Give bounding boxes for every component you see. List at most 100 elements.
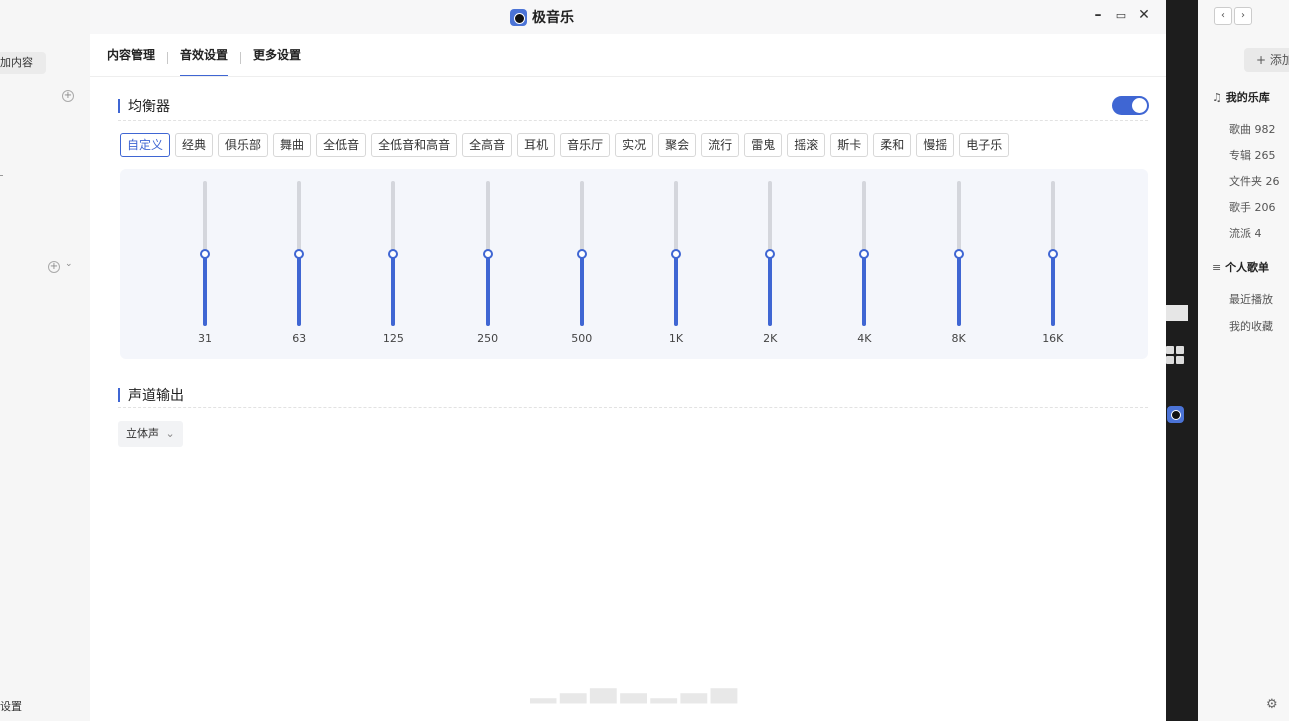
eq-slider-fill: [485, 253, 490, 326]
eq-slider-handle[interactable]: [859, 248, 870, 259]
preset-button[interactable]: 电子乐: [959, 133, 1010, 157]
preset-button[interactable]: 实况: [615, 133, 654, 157]
equalizer-panel: 31 63 125 250 500 1K 2K 4K 8K 16K: [120, 169, 1148, 359]
nav-buttons: ‹ ›: [1214, 7, 1252, 25]
eq-slider-fill: [297, 253, 302, 326]
settings-window: 极音乐 – ▭ ✕ 内容管理 音效设置 更多设置 均衡器 自定义 经典 俱乐部 舞曲全…: [90, 0, 1166, 721]
eq-slider-fill: [391, 253, 396, 326]
eq-slider-handle[interactable]: [765, 248, 776, 259]
eq-slider-handle[interactable]: [953, 248, 964, 259]
equalizer-presets: 自定义 经典 俱乐部 舞曲 全低音 全低音和高音 全高音 耳机 音乐厅 实况 聚会 流行 雷鬼 摇滚 斯卡柔…: [120, 133, 1010, 157]
preset-button[interactable]: 摇滚: [787, 133, 826, 157]
tab-sound-settings[interactable]: 音效设置: [180, 40, 229, 77]
library-item-artists[interactable]: 歌手 206: [1229, 199, 1276, 215]
chevron-down-icon[interactable]: ⌄: [65, 259, 73, 269]
eq-band: 63: [279, 181, 319, 351]
add-circle-icon[interactable]: +: [48, 261, 60, 273]
preset-button[interactable]: 雷鬼: [744, 133, 783, 157]
eq-slider-handle[interactable]: [671, 248, 681, 259]
add-content-button[interactable]: 加内容: [0, 52, 46, 74]
preset-button[interactable]: 全高音: [462, 133, 513, 157]
preset-button[interactable]: 柔和: [873, 133, 912, 157]
eq-band: 1K: [656, 181, 696, 351]
eq-band-frequency: 8K: [951, 332, 966, 345]
eq-band-frequency: 31: [198, 332, 212, 345]
add-circle-icon[interactable]: +: [62, 90, 74, 102]
preset-button[interactable]: 斯卡: [830, 133, 869, 157]
library-item-count: 4: [1254, 227, 1262, 240]
eq-slider-handle[interactable]: [294, 248, 305, 259]
library-item-label: 文件夹: [1229, 175, 1262, 188]
preset-button[interactable]: 全低音: [316, 133, 367, 157]
grid-icon: [1166, 346, 1188, 366]
eq-slider-fill: [956, 253, 961, 326]
library-item-count: 206: [1254, 201, 1276, 214]
eq-band-frequency: 4K: [857, 332, 872, 345]
channel-section-title: 声道输出: [118, 385, 184, 405]
eq-slider-fill: [862, 253, 867, 326]
background-desktop-strip: [1166, 0, 1198, 721]
eq-slider-fill: [1050, 253, 1055, 326]
eq-slider-fill: [674, 253, 678, 326]
preset-button[interactable]: 音乐厅: [560, 133, 611, 157]
playlist-item-favorites[interactable]: 我的收藏: [1229, 318, 1273, 334]
add-button[interactable]: + 添加: [1244, 48, 1289, 72]
preset-button[interactable]: 经典: [175, 133, 214, 157]
library-item-songs[interactable]: 歌曲 982: [1229, 121, 1276, 137]
app-title: 极音乐: [532, 10, 574, 26]
preset-button[interactable]: 聚会: [658, 133, 697, 157]
equalizer-toggle[interactable]: [1112, 96, 1149, 115]
preset-button[interactable]: 舞曲: [273, 133, 312, 157]
eq-band: 500: [562, 181, 602, 351]
library-item-count: 265: [1254, 149, 1276, 162]
tab-content-management[interactable]: 内容管理: [107, 40, 155, 76]
library-item-albums[interactable]: 专辑 265: [1229, 147, 1276, 163]
tab-divider: [167, 52, 169, 64]
library-item-genres[interactable]: 流派 4: [1229, 225, 1262, 241]
playlist-item-recent[interactable]: 最近播放: [1229, 291, 1273, 307]
section-marker: [118, 388, 120, 402]
left-background-window: 加内容 + + ⌄ 设置: [0, 0, 96, 721]
window-title: 极音乐: [510, 7, 574, 27]
eq-band-frequency: 2K: [763, 332, 778, 345]
eq-slider-handle[interactable]: [200, 248, 210, 259]
preset-button[interactable]: 俱乐部: [218, 133, 269, 157]
eq-band: 16K: [1033, 181, 1073, 351]
title-bar: 极音乐 – ▭ ✕: [90, 0, 1166, 34]
eq-slider-handle[interactable]: [1047, 248, 1058, 259]
gear-icon[interactable]: ⚙: [1266, 697, 1278, 712]
library-icon: ♫: [1212, 91, 1222, 104]
library-heading: ♫ 我的乐库: [1212, 89, 1270, 105]
forward-icon[interactable]: ›: [1234, 7, 1252, 25]
library-item-folders[interactable]: 文件夹 26: [1229, 173, 1280, 189]
preset-button[interactable]: 自定义: [120, 133, 171, 157]
settings-link[interactable]: 设置: [0, 698, 22, 714]
eq-slider-handle[interactable]: [576, 248, 587, 259]
eq-band-frequency: 16K: [1042, 332, 1064, 345]
eq-slider-fill: [579, 253, 584, 326]
preset-button[interactable]: 流行: [701, 133, 740, 157]
eq-slider-handle[interactable]: [388, 248, 399, 259]
minimize-icon[interactable]: –: [1090, 7, 1106, 23]
chevron-down-icon: ⌄: [165, 427, 175, 440]
laptop-icon: [1166, 305, 1188, 321]
desktop: 加内容 + + ⌄ 设置 极音乐 – ▭ ✕ 内容管理 音效设置 更多设置 均衡…: [0, 0, 1289, 721]
channel-selected-value: 立体声: [126, 427, 159, 440]
library-item-count: 26: [1265, 175, 1280, 188]
tab-more-settings[interactable]: 更多设置: [253, 40, 301, 76]
preset-button[interactable]: 全低音和高音: [371, 133, 458, 157]
preset-button[interactable]: 耳机: [517, 133, 556, 157]
eq-slider-fill: [203, 253, 207, 326]
maximize-icon[interactable]: ▭: [1113, 9, 1129, 22]
eq-band-frequency: 1K: [668, 332, 684, 345]
library-item-label: 专辑: [1229, 149, 1251, 162]
eq-slider-handle[interactable]: [482, 248, 493, 259]
eq-band-frequency: 63: [292, 332, 307, 345]
close-icon[interactable]: ✕: [1136, 7, 1152, 23]
channel-output-select[interactable]: 立体声 ⌄: [118, 421, 183, 447]
preset-button[interactable]: 慢摇: [916, 133, 955, 157]
library-title: 我的乐库: [1225, 91, 1270, 104]
tabs-underline: [90, 76, 1166, 77]
back-icon[interactable]: ‹: [1214, 7, 1232, 25]
app-logo-icon: [510, 8, 527, 26]
